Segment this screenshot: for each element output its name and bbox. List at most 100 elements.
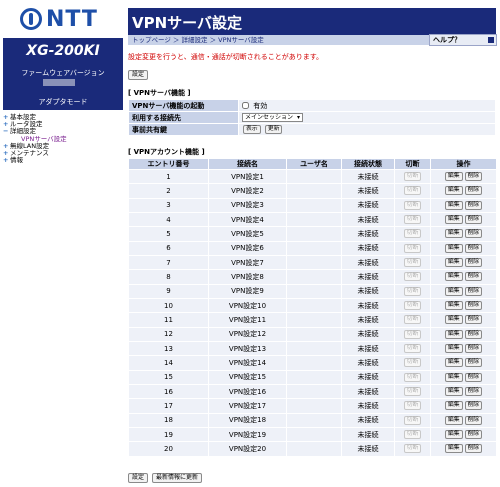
edit-button[interactable]: 編集: [444, 387, 463, 397]
delete-button[interactable]: 削除: [464, 430, 483, 440]
delete-button[interactable]: 削除: [464, 258, 483, 268]
delete-button[interactable]: 削除: [464, 372, 483, 382]
connection-status: 未接続: [341, 426, 395, 443]
table-row: 16 VPN設定16 未接続 切断 編集 削除: [128, 383, 497, 400]
main-content: VPNサーバ設定 トップページ ＞ 詳細設定 ＞ VPNサーバ設定 ヘルプ？ 設…: [124, 0, 500, 487]
action-cell: 編集 削除: [430, 369, 497, 385]
refresh-button[interactable]: 最新情報に更新: [152, 473, 203, 483]
delete-button[interactable]: 削除: [464, 344, 483, 354]
delete-button[interactable]: 削除: [464, 215, 483, 225]
nav-item-info[interactable]: + 情報: [3, 157, 67, 164]
edit-button[interactable]: 編集: [444, 215, 463, 225]
delete-button[interactable]: 削除: [464, 186, 483, 196]
disconnect-cell: 切断: [394, 383, 431, 400]
delete-button[interactable]: 削除: [464, 329, 483, 339]
disconnect-button[interactable]: 切断: [403, 258, 422, 268]
apply-button-top[interactable]: 設定: [128, 70, 149, 80]
edit-button[interactable]: 編集: [444, 344, 463, 354]
edit-button[interactable]: 編集: [444, 172, 463, 182]
nav-label: 情報: [10, 156, 23, 165]
disconnect-button[interactable]: 切断: [403, 172, 422, 182]
disconnect-button[interactable]: 切断: [403, 301, 422, 311]
help-button[interactable]: ヘルプ？: [429, 34, 497, 46]
edit-button[interactable]: 編集: [444, 401, 463, 411]
edit-button[interactable]: 編集: [444, 444, 463, 454]
connection-name: VPN設定14: [208, 355, 287, 371]
vpn-account-table: エントリ番号 接続名 ユーザ名 接続状態 切断 操作 1 VPN設定1 未接続 切断編…: [128, 158, 497, 457]
disconnect-cell: 切断: [394, 269, 431, 285]
breadcrumb[interactable]: トップページ ＞ 詳細設定 ＞ VPNサーバ設定: [132, 35, 264, 45]
connection-status: 未接続: [341, 398, 395, 414]
logo-text: NTT: [46, 6, 98, 32]
delete-button[interactable]: 削除: [464, 315, 483, 325]
psk-cell: 表示 更新: [238, 123, 496, 136]
connection-label: 利用する接続先: [128, 111, 239, 124]
disconnect-button[interactable]: 切断: [403, 272, 422, 282]
edit-button[interactable]: 編集: [444, 301, 463, 311]
operation-mode: アダプタモード: [38, 98, 88, 106]
delete-button[interactable]: 削除: [464, 301, 483, 311]
disconnect-button[interactable]: 切断: [403, 329, 422, 339]
delete-button[interactable]: 削除: [464, 172, 483, 182]
delete-button[interactable]: 削除: [464, 243, 483, 253]
delete-button[interactable]: 削除: [464, 286, 483, 296]
apply-button-bottom[interactable]: 設定: [128, 473, 149, 483]
disconnect-button[interactable]: 切断: [403, 372, 422, 382]
edit-button[interactable]: 編集: [444, 430, 463, 440]
entry-number: 13: [128, 340, 209, 357]
edit-button[interactable]: 編集: [444, 315, 463, 325]
disconnect-cell: 切断: [394, 312, 431, 328]
edit-button[interactable]: 編集: [444, 372, 463, 382]
delete-button[interactable]: 削除: [464, 358, 483, 368]
disconnect-button[interactable]: 切断: [403, 315, 422, 325]
edit-button[interactable]: 編集: [444, 258, 463, 268]
edit-button[interactable]: 編集: [444, 329, 463, 339]
table-row: 6 VPN設定6 未接続 切断 編集 削除: [128, 240, 497, 256]
edit-button[interactable]: 編集: [444, 200, 463, 210]
action-cell: 編集 削除: [430, 211, 497, 228]
edit-button[interactable]: 編集: [444, 415, 463, 425]
disconnect-button[interactable]: 切断: [403, 358, 422, 368]
edit-button[interactable]: 編集: [444, 186, 463, 196]
action-cell: 編集 削除: [430, 426, 497, 443]
disconnect-button[interactable]: 切断: [403, 243, 422, 253]
entry-number: 6: [128, 240, 209, 256]
username: [286, 269, 342, 285]
connection-cell: メインセッション ▾: [238, 111, 496, 124]
delete-button[interactable]: 削除: [464, 272, 483, 282]
disconnect-button[interactable]: 切断: [403, 286, 422, 296]
connection-select[interactable]: メインセッション ▾: [242, 113, 303, 122]
edit-button[interactable]: 編集: [444, 286, 463, 296]
disconnect-button[interactable]: 切断: [403, 186, 422, 196]
delete-button[interactable]: 削除: [464, 200, 483, 210]
disconnect-button[interactable]: 切断: [403, 200, 422, 210]
disconnect-button[interactable]: 切断: [403, 387, 422, 397]
disconnect-button[interactable]: 切断: [403, 215, 422, 225]
disconnect-button[interactable]: 切断: [403, 229, 422, 239]
connection-status: 未接続: [341, 211, 395, 228]
delete-button[interactable]: 削除: [464, 387, 483, 397]
disconnect-button[interactable]: 切断: [403, 444, 422, 454]
psk-show-button[interactable]: 表示: [243, 125, 261, 134]
psk-update-button[interactable]: 更新: [264, 125, 283, 134]
entry-number: 12: [128, 326, 209, 342]
enable-checkbox[interactable]: [242, 102, 249, 109]
edit-button[interactable]: 編集: [444, 272, 463, 282]
col-connection-name: 接続名: [208, 158, 287, 170]
delete-button[interactable]: 削除: [464, 415, 483, 425]
table-row: 15 VPN設定15 未接続 切断 編集 削除: [128, 369, 497, 385]
edit-button[interactable]: 編集: [444, 243, 463, 253]
disconnect-button[interactable]: 切断: [403, 401, 422, 411]
username: [286, 226, 342, 242]
edit-button[interactable]: 編集: [444, 229, 463, 239]
delete-button[interactable]: 削除: [464, 401, 483, 411]
table-row: 8 VPN設定8 未接続 切断 編集 削除: [128, 269, 497, 285]
delete-button[interactable]: 削除: [464, 229, 483, 239]
edit-button[interactable]: 編集: [444, 358, 463, 368]
delete-button[interactable]: 削除: [464, 444, 483, 454]
action-cell: 編集 削除: [430, 441, 497, 457]
disconnect-button[interactable]: 切断: [403, 344, 422, 354]
disconnect-button[interactable]: 切断: [403, 430, 422, 440]
disconnect-button[interactable]: 切断: [403, 415, 422, 425]
title-bar: VPNサーバ設定: [128, 8, 496, 36]
